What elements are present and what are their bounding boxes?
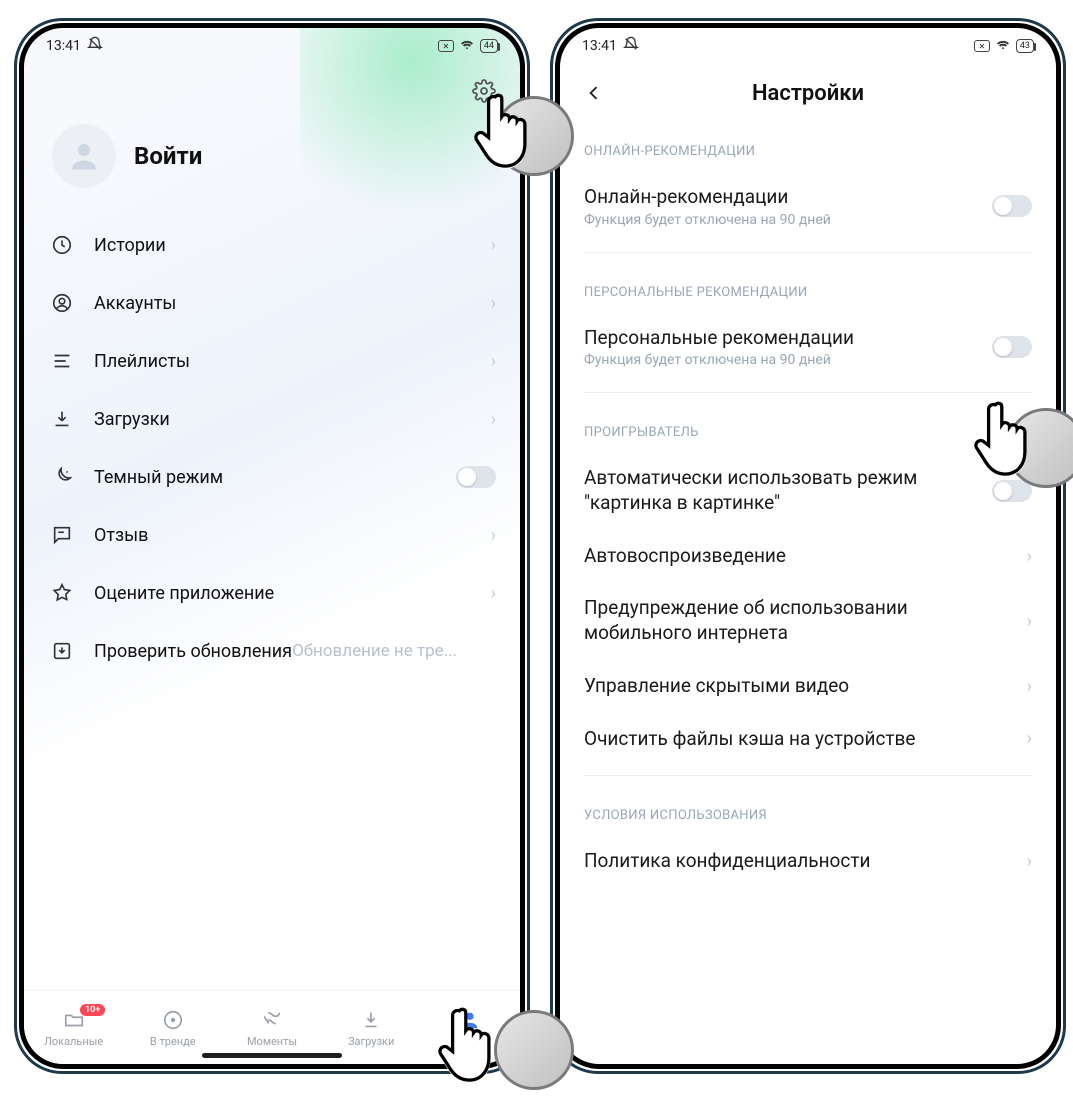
menu-playlists[interactable]: Плейлисты › — [48, 332, 496, 390]
clock-icon — [48, 231, 76, 259]
phone-frame-left: 13:41 ✕ 44 Войти — [14, 18, 530, 1074]
status-bar: 13:41 ✕ 44 — [24, 28, 520, 64]
download-icon — [359, 1008, 383, 1032]
chevron-right-icon: › — [491, 525, 496, 546]
profile-icon — [458, 1008, 482, 1032]
star-icon — [48, 579, 76, 607]
dnd-icon — [623, 36, 639, 56]
chevron-right-icon: › — [491, 293, 496, 314]
back-button[interactable] — [578, 77, 610, 109]
sim-off-icon: ✕ — [438, 40, 454, 52]
row-autoplay[interactable]: Автовоспроизведение › — [584, 530, 1032, 583]
avatar — [52, 124, 116, 188]
menu-darkmode[interactable]: Темный режим — [48, 448, 496, 506]
row-personal-recommendations[interactable]: Персональные рекомендации Функция будет … — [584, 312, 1032, 383]
menu-history[interactable]: Истории › — [48, 216, 496, 274]
moon-icon — [48, 463, 76, 491]
section-terms-header: УСЛОВИЯ ИСПОЛЬЗОВАНИЯ — [584, 786, 1032, 835]
row-privacy[interactable]: Политика конфиденциальности › — [584, 835, 1032, 888]
annotation-circle — [494, 96, 574, 176]
chevron-right-icon: › — [491, 409, 496, 430]
settings-button[interactable] — [468, 75, 500, 107]
user-icon — [48, 289, 76, 317]
row-hidden-videos[interactable]: Управление скрытыми видео › — [584, 660, 1032, 713]
battery-icon: 44 — [480, 39, 498, 53]
login-row[interactable]: Войти — [24, 118, 520, 216]
section-player-header: ПРОИГРЫВАТЕЛЬ — [584, 403, 1032, 452]
section-personal-header: ПЕРСОНАЛЬНЫЕ РЕКОМЕНДАЦИИ — [584, 263, 1032, 312]
page-title: Настройки — [560, 81, 1056, 106]
moments-icon — [260, 1008, 284, 1032]
nav-trending[interactable]: В тренде — [123, 1008, 222, 1048]
message-icon — [48, 521, 76, 549]
update-icon — [48, 637, 76, 665]
row-pip[interactable]: Автоматически использовать режим "картин… — [584, 452, 1032, 529]
nav-downloads[interactable]: Загрузки — [322, 1008, 421, 1048]
darkmode-toggle[interactable] — [456, 466, 496, 488]
chevron-right-icon: › — [1027, 611, 1032, 632]
status-bar: 13:41 ✕ 43 — [560, 28, 1056, 64]
status-time: 13:41 — [46, 38, 81, 54]
menu-feedback[interactable]: Отзыв › — [48, 506, 496, 564]
phone-frame-right: 13:41 ✕ 43 Настройки ОНЛАЙН-РЕКОМЕНДАЦИИ — [550, 18, 1066, 1074]
wifi-icon — [995, 36, 1011, 56]
nav-local[interactable]: 10+ Локальные — [24, 1008, 123, 1048]
annotation-circle — [494, 1010, 574, 1090]
chevron-right-icon: › — [1027, 676, 1032, 697]
trending-icon — [161, 1008, 185, 1032]
row-clear-cache[interactable]: Очистить файлы кэша на устройстве › — [584, 713, 1032, 766]
section-online-header: ОНЛАЙН-РЕКОМЕНДАЦИИ — [584, 122, 1032, 171]
nav-moments[interactable]: Моменты — [222, 1008, 321, 1048]
home-indicator — [202, 1053, 342, 1058]
chevron-right-icon: › — [491, 351, 496, 372]
dnd-icon — [87, 36, 103, 56]
chevron-right-icon: › — [1027, 728, 1032, 749]
personal-rec-toggle[interactable] — [992, 336, 1032, 358]
status-time: 13:41 — [582, 38, 617, 54]
list-icon — [48, 347, 76, 375]
wifi-icon — [459, 36, 475, 56]
row-online-recommendations[interactable]: Онлайн-рекомендации Функция будет отключ… — [584, 171, 1032, 242]
chevron-right-icon: › — [1027, 851, 1032, 872]
download-icon — [48, 405, 76, 433]
chevron-right-icon: › — [491, 583, 496, 604]
pip-toggle[interactable] — [992, 480, 1032, 502]
update-status: Обновление не тре... — [292, 641, 496, 662]
settings-header: Настройки — [560, 64, 1056, 122]
login-text: Войти — [134, 142, 202, 170]
menu-accounts[interactable]: Аккаунты › — [48, 274, 496, 332]
nav-badge: 10+ — [80, 1004, 105, 1016]
menu-rate[interactable]: Оцените приложение › — [48, 564, 496, 622]
row-mobile-warn[interactable]: Предупреждение об использовании мобильно… — [584, 582, 1032, 659]
online-rec-toggle[interactable] — [992, 195, 1032, 217]
sim-off-icon: ✕ — [974, 40, 990, 52]
menu-updates[interactable]: Проверить обновления Обновление не тре..… — [48, 622, 496, 680]
menu-downloads[interactable]: Загрузки › — [48, 390, 496, 448]
battery-icon: 43 — [1016, 39, 1034, 53]
chevron-right-icon: › — [1027, 546, 1032, 567]
chevron-right-icon: › — [491, 235, 496, 256]
